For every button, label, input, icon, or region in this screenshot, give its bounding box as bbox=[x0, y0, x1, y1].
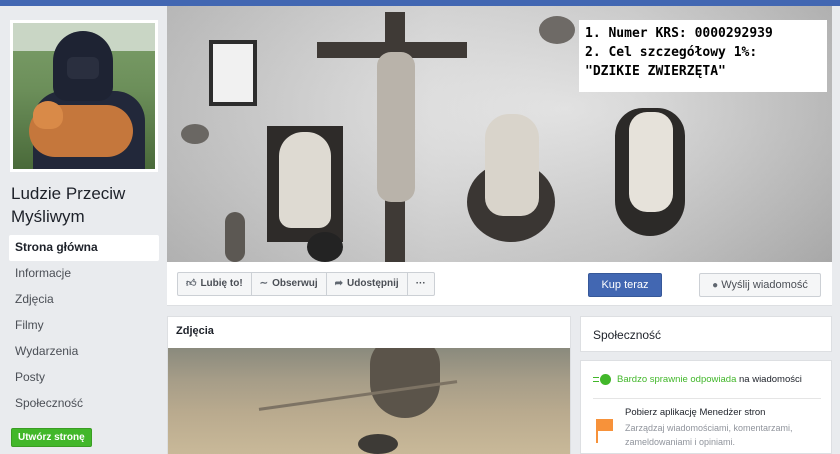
photos-card: Zdjęcia bbox=[167, 316, 571, 454]
krs-goal-label: 2. Cel szczegółowy 1%: bbox=[585, 45, 758, 60]
sidebar-nav: Strona główna Informacje Zdjęcia Filmy W… bbox=[9, 235, 159, 417]
response-rate: Bardzo sprawnie odpowiada na wiadomości bbox=[593, 374, 802, 385]
response-highlight: Bardzo sprawnie odpowiada bbox=[617, 374, 737, 385]
share-button[interactable]: ➦ Udostępnij bbox=[325, 272, 408, 296]
page-info-card: Bardzo sprawnie odpowiada na wiadomości … bbox=[580, 360, 832, 454]
sidebar-item-photos[interactable]: Zdjęcia bbox=[9, 287, 159, 313]
sidebar-item-community[interactable]: Społeczność bbox=[9, 391, 159, 417]
sidebar-item-about[interactable]: Informacje bbox=[9, 261, 159, 287]
messenger-icon: ● bbox=[712, 280, 719, 291]
sidebar-item-events[interactable]: Wydarzenia bbox=[9, 339, 159, 365]
flag-icon bbox=[595, 419, 613, 443]
profile-picture[interactable] bbox=[10, 20, 158, 172]
share-arrow-icon: ➦ bbox=[334, 278, 344, 289]
pages-manager-title[interactable]: Pobierz aplikację Menedżer stron bbox=[625, 407, 765, 418]
fox-trophy bbox=[485, 114, 539, 216]
more-options-button[interactable]: ··· bbox=[406, 272, 435, 296]
sidebar-item-videos[interactable]: Filmy bbox=[9, 313, 159, 339]
sidebar-item-home[interactable]: Strona główna bbox=[9, 235, 159, 261]
krs-info-box: 1. Numer KRS: 0000292939 2. Cel szczegół… bbox=[579, 20, 827, 92]
pages-manager-description: Zarządzaj wiadomościami, komentarzami, z… bbox=[625, 423, 793, 447]
sidebar-item-posts[interactable]: Posty bbox=[9, 365, 159, 391]
divider bbox=[593, 398, 821, 399]
photos-title[interactable]: Zdjęcia bbox=[176, 325, 214, 337]
thumbs-up-icon: 👍︎ bbox=[186, 278, 197, 289]
krs-goal-value: "DZIKIE ZWIERZĘTA" bbox=[585, 64, 726, 79]
like-button[interactable]: 👍︎ Lubię to! bbox=[177, 272, 252, 296]
cover-photo[interactable]: 1. Numer KRS: 0000292939 2. Cel szczegół… bbox=[167, 6, 832, 262]
create-page-button[interactable]: Utwórz stronę bbox=[11, 428, 92, 447]
buy-now-button[interactable]: Kup teraz bbox=[588, 273, 662, 297]
krs-number: 1. Numer KRS: 0000292939 bbox=[585, 26, 773, 41]
community-title[interactable]: Społeczność bbox=[593, 328, 661, 342]
skull-trophy bbox=[279, 132, 331, 228]
action-button-group: 👍︎ Lubię to! ∼ Obserwuj ➦ Udostępnij ··· bbox=[177, 272, 435, 296]
send-message-button[interactable]: ● Wyślij wiadomość bbox=[699, 273, 821, 297]
page-title[interactable]: Ludzie Przeciw Myśliwym bbox=[11, 182, 161, 228]
action-bar: 👍︎ Lubię to! ∼ Obserwuj ➦ Udostępnij ···… bbox=[167, 262, 832, 306]
community-card: Społeczność bbox=[580, 316, 832, 352]
photo-thumbnail[interactable] bbox=[168, 348, 570, 454]
fast-response-icon bbox=[593, 374, 611, 385]
framed-specimen bbox=[209, 40, 257, 106]
response-rest: na wiadomości bbox=[736, 374, 802, 385]
follow-button[interactable]: ∼ Obserwuj bbox=[250, 272, 327, 296]
deer-skull-trophy bbox=[629, 112, 673, 212]
rss-icon: ∼ bbox=[259, 278, 269, 289]
left-sidebar: Ludzie Przeciw Myśliwym Strona główna In… bbox=[0, 6, 166, 454]
